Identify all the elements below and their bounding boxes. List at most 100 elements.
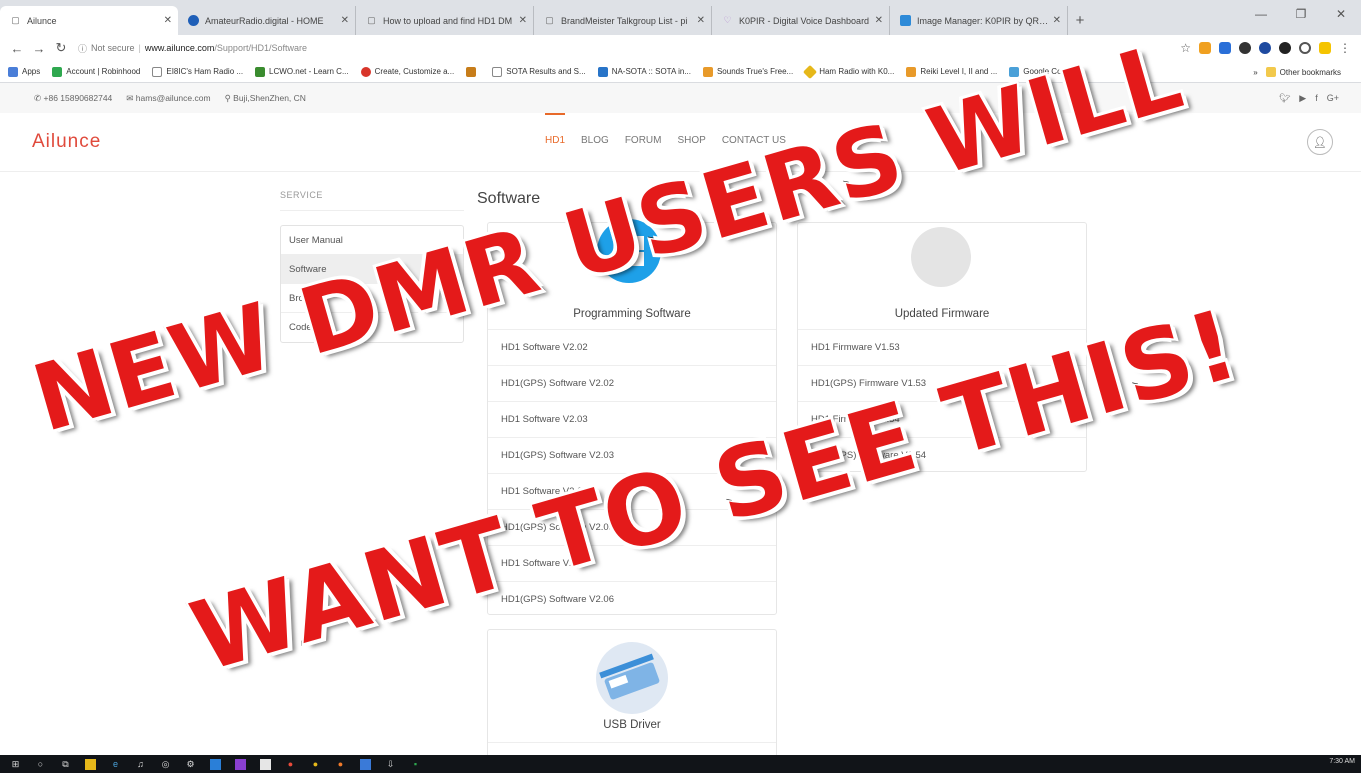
- app-icon[interactable]: ●: [285, 759, 296, 770]
- app-icon[interactable]: ⇩: [385, 759, 396, 770]
- card-title: Updated Firmware: [894, 308, 990, 320]
- bookmark-unnamed[interactable]: [466, 66, 480, 77]
- phone-text: +86 15890682744: [43, 92, 113, 103]
- reload-icon[interactable]: ↻: [50, 40, 72, 56]
- extension-icon[interactable]: [1319, 42, 1331, 54]
- extension-icon[interactable]: [1239, 42, 1251, 54]
- search-icon[interactable]: ○: [35, 759, 46, 770]
- minimize-icon[interactable]: —: [1241, 0, 1281, 28]
- app-icon[interactable]: [360, 758, 371, 770]
- close-icon[interactable]: ✕: [164, 15, 172, 26]
- back-icon[interactable]: ←: [6, 41, 28, 56]
- phone-info: ✆ +86 15890682744: [34, 93, 112, 104]
- close-window-icon[interactable]: ✕: [1321, 0, 1361, 28]
- bookmark-sota-results[interactable]: SOTA Results and S...: [492, 66, 586, 77]
- separator: |: [138, 43, 141, 53]
- page-icon: [492, 66, 503, 77]
- app-icon[interactable]: ●: [335, 759, 346, 770]
- menu-icon[interactable]: ⋮: [1339, 41, 1351, 55]
- chrome-icon[interactable]: ●: [310, 759, 321, 770]
- close-icon[interactable]: ✕: [697, 15, 705, 26]
- app-icon[interactable]: [235, 758, 246, 770]
- service-heading: SERVICE: [280, 190, 323, 200]
- close-icon[interactable]: ✕: [519, 15, 527, 26]
- tab-label: How to upload and find HD1 DM: [383, 15, 513, 26]
- bookmark-ei8ic[interactable]: EI8IC's Ham Radio ...: [152, 66, 243, 77]
- bookmark-star-icon[interactable]: ☆: [1180, 41, 1191, 55]
- close-icon[interactable]: ✕: [341, 15, 349, 26]
- page-icon: ▢: [11, 15, 20, 25]
- social-links: 🐦︎ ▶ f G+: [1279, 83, 1339, 113]
- windows-start-icon[interactable]: ⊞: [10, 759, 21, 770]
- extension-icon[interactable]: [1279, 42, 1291, 54]
- extension-icon[interactable]: [1259, 42, 1271, 54]
- firmware-icon: [911, 227, 971, 287]
- apps-icon: [8, 66, 18, 77]
- tab-brandmeister[interactable]: ▢ BrandMeister Talkgroup List - pi ✕: [534, 6, 712, 35]
- close-icon[interactable]: ✕: [1053, 15, 1061, 26]
- settings-icon[interactable]: ⚙: [185, 759, 196, 770]
- tab-amateurradio[interactable]: AmateurRadio.digital - HOME ✕: [178, 6, 356, 35]
- nav-shop[interactable]: SHOP: [677, 135, 705, 146]
- location-text: Buji,ShenZhen, CN: [233, 92, 306, 103]
- extension-icon[interactable]: [1199, 42, 1211, 54]
- usb-icon: [596, 642, 668, 714]
- task-view-icon[interactable]: ⧉: [60, 759, 71, 770]
- user-icon[interactable]: 👤︎: [1307, 129, 1333, 155]
- other-bookmarks[interactable]: Other bookmarks: [1265, 67, 1341, 77]
- sota-icon: [597, 66, 608, 77]
- extension-icon[interactable]: [1219, 42, 1231, 54]
- tab-image-manager[interactable]: Image Manager: K0PIR by QRZ H ✕: [890, 6, 1068, 35]
- youtube-icon[interactable]: ▶: [1299, 93, 1306, 104]
- nav-hd1[interactable]: HD1: [545, 113, 566, 146]
- email-text: hams@ailunce.com: [135, 92, 211, 103]
- site-logo[interactable]: Ailunce: [32, 131, 101, 153]
- new-tab-button[interactable]: +: [1068, 6, 1092, 35]
- explorer-icon[interactable]: [85, 758, 96, 770]
- nav-blog[interactable]: BLOG: [581, 135, 609, 146]
- bookmark-robinhood[interactable]: Account | Robinhood: [52, 66, 141, 77]
- tab-howto[interactable]: ▢ How to upload and find HD1 DM ✕: [356, 6, 534, 35]
- tab-ailunce[interactable]: ▢ Ailunce ✕: [0, 6, 178, 35]
- maximize-icon[interactable]: ❐: [1281, 0, 1321, 28]
- app-icon[interactable]: [210, 758, 221, 770]
- googleplus-icon[interactable]: G+: [1327, 93, 1339, 103]
- close-icon[interactable]: ✕: [875, 15, 883, 26]
- forward-icon[interactable]: →: [28, 41, 50, 56]
- info-icon[interactable]: ⓘ: [78, 42, 87, 55]
- twitter-icon[interactable]: 🐦︎: [1279, 93, 1290, 104]
- email-info[interactable]: ✉ hams@ailunce.com: [126, 93, 210, 104]
- url-path: /Support/HD1/Software: [214, 43, 307, 53]
- extension-icon[interactable]: [1299, 42, 1311, 54]
- page-icon: ▢: [367, 15, 376, 25]
- tab-k0pir-dashboard[interactable]: ♡ K0PIR - Digital Voice Dashboard ✕: [712, 6, 890, 35]
- app-icon[interactable]: ◎: [160, 759, 171, 770]
- more-bookmarks-button[interactable]: »: [1253, 68, 1257, 77]
- bookmark-label: Apps: [22, 67, 41, 76]
- globe-icon: [188, 15, 199, 26]
- bookmark-lcwo[interactable]: LCWO.net - Learn C...: [255, 66, 349, 77]
- facebook-icon[interactable]: f: [1315, 93, 1318, 103]
- software-row[interactable]: HD1(GPS) Software V2.02: [488, 365, 776, 401]
- bookmark-label: Account | Robinhood: [66, 67, 141, 76]
- os-taskbar: ⊞ ○ ⧉ e ♫ ◎ ⚙ ● ● ● ⇩ ▪ 7:30 AM: [0, 755, 1361, 773]
- bookmark-label: Other bookmarks: [1279, 67, 1341, 77]
- app-icon[interactable]: [260, 758, 271, 770]
- bookmark-apps[interactable]: Apps: [8, 66, 41, 77]
- app-icon[interactable]: ♫: [135, 759, 146, 770]
- edge-icon[interactable]: e: [110, 759, 121, 770]
- software-row[interactable]: HD1 Software V2.02: [488, 329, 776, 365]
- bookmark-label: Create, Customize a...: [374, 67, 455, 76]
- url-input[interactable]: ⓘ Not secure | www.ailunce.com/Support/H…: [78, 38, 1118, 58]
- bookmark-na-sota[interactable]: NA-SOTA :: SOTA in...: [597, 66, 691, 77]
- tab-label: BrandMeister Talkgroup List - pi: [561, 15, 688, 26]
- usb-driver-card: USB Driver: [487, 629, 777, 759]
- nav-forum[interactable]: FORUM: [625, 135, 662, 146]
- bookmark-ham-radio[interactable]: Ham Radio with K0...: [803, 64, 894, 79]
- phone-icon: ✆: [34, 92, 42, 103]
- diamond-icon: [803, 64, 818, 79]
- bookmark-create[interactable]: Create, Customize a...: [360, 66, 455, 77]
- bookmark-sounds-true[interactable]: Sounds True's Free...: [702, 66, 793, 77]
- clock: 7:30 AM: [1329, 758, 1355, 765]
- app-icon[interactable]: ▪: [410, 759, 421, 770]
